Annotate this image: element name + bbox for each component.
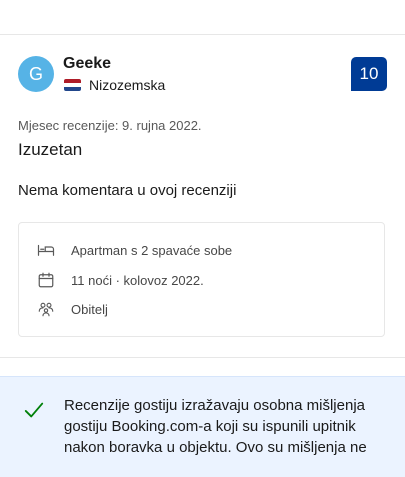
- bed-icon: [37, 244, 55, 256]
- top-divider: [0, 34, 405, 35]
- section-divider: [0, 357, 405, 358]
- checkmark-icon: [24, 402, 44, 418]
- review-title: Izuzetan: [18, 140, 83, 159]
- stay-room: Apartman s 2 spavaće sobe: [71, 242, 233, 258]
- group-icon: [38, 302, 54, 317]
- stay-details-card: Apartman s 2 spavaće sobe 11 noći · kolo…: [18, 222, 385, 337]
- reviewer-name: Geeke: [63, 55, 112, 72]
- reviewer-country: Nizozemska: [89, 77, 166, 93]
- avatar: G: [18, 56, 54, 92]
- stay-traveler-row: Obitelj: [37, 299, 108, 319]
- calendar-icon: [38, 272, 54, 288]
- stay-nights: 11 noći · kolovoz 2022.: [71, 272, 204, 288]
- stay-room-row: Apartman s 2 spavaće sobe: [37, 240, 232, 260]
- netherlands-flag-icon: [64, 79, 81, 91]
- review-disclaimer-box: Recenzije gostiju izražavaju osobna mišl…: [0, 376, 405, 477]
- review-disclaimer-text: Recenzije gostiju izražavaju osobna mišl…: [64, 397, 367, 456]
- stay-traveler-type: Obitelj: [71, 301, 108, 317]
- review-date: Mjesec recenzije: 9. rujna 2022.: [18, 118, 202, 133]
- review-body: Nema komentara u ovoj recenziji: [18, 182, 237, 199]
- review-score-badge: 10: [351, 57, 387, 91]
- stay-nights-row: 11 noći · kolovoz 2022.: [37, 270, 204, 290]
